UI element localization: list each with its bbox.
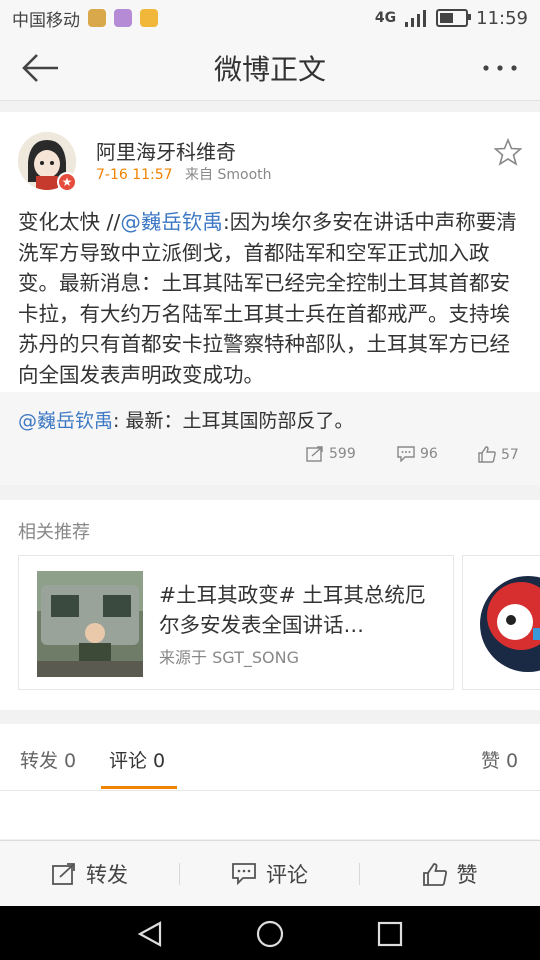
- repost-count-value: 599: [329, 446, 356, 462]
- comment-button[interactable]: 评论: [180, 841, 360, 907]
- related-card-next[interactable]: [462, 555, 540, 690]
- repost-box[interactable]: @巍岳钦禹: 最新：土耳其国防部反了。 599 96 57: [0, 392, 540, 485]
- back-arrow-icon[interactable]: [18, 50, 62, 86]
- comment-icon: [397, 446, 415, 462]
- post-text-prefix: 变化太快 //: [18, 210, 121, 234]
- post-source: 来自 Smooth: [185, 167, 272, 183]
- active-tab-indicator: [101, 786, 177, 789]
- system-nav-bar: [0, 906, 540, 960]
- nav-recents-icon[interactable]: [377, 921, 403, 947]
- post-text: 变化太快 //@巍岳钦禹:因为埃尔多安在讲话中声称要清洗军方导致中立派倒戈，首都…: [18, 207, 526, 390]
- nav-home-icon[interactable]: [255, 919, 285, 949]
- gallery-notification-icon: [114, 9, 132, 27]
- page-title: 微博正文: [213, 53, 326, 86]
- title-bar: 微博正文: [0, 36, 540, 101]
- weibo-logo-icon: [480, 576, 540, 672]
- carrier-label: 中国移动: [12, 10, 80, 31]
- related-section: 相关推荐 #土耳其政变# 土耳其总统厄尔多安发表全国讲话… 来源于 SGT_SO…: [0, 500, 540, 710]
- related-title: 相关推荐: [18, 522, 90, 543]
- repost-button-label: 转发: [86, 863, 128, 887]
- notification-app-icon: [88, 9, 106, 27]
- post-text-body: :因为埃尔多安在讲话中声称要清洗军方导致中立派倒戈，首都陆军和空军正式加入政变。…: [18, 210, 517, 387]
- verified-badge-icon: ★: [57, 172, 77, 192]
- repost-mention-link[interactable]: @巍岳钦禹: [18, 410, 113, 432]
- repost-icon: [306, 446, 323, 462]
- related-card-source: 来源于 SGT_SONG: [159, 648, 299, 667]
- post-username[interactable]: 阿里海牙科维奇: [96, 136, 236, 165]
- comment-button-label: 评论: [266, 863, 308, 887]
- signal-icon: [405, 10, 427, 27]
- favorite-star-icon[interactable]: [494, 138, 522, 166]
- like-count[interactable]: 57: [478, 446, 519, 463]
- related-thumbnail: [37, 571, 143, 677]
- tab-like[interactable]: 赞 0: [481, 746, 518, 773]
- battery-icon: [436, 9, 472, 27]
- related-card-title: #土耳其政变# 土耳其总统厄尔多安发表全国讲话…: [159, 583, 426, 637]
- action-bar: 转发 评论 赞: [0, 840, 540, 907]
- like-button-label: 赞: [456, 863, 478, 887]
- comment-list-empty: [0, 791, 540, 839]
- post-mention-link[interactable]: @巍岳钦禹: [120, 210, 223, 234]
- repost-icon: [52, 863, 75, 885]
- nav-back-icon[interactable]: [136, 920, 164, 948]
- like-count-value: 57: [501, 446, 519, 463]
- status-right: 4G 11:59: [375, 8, 528, 29]
- message-notification-icon: [140, 9, 158, 27]
- thumbs-up-icon: [478, 446, 496, 463]
- comment-count[interactable]: 96: [397, 446, 438, 462]
- like-button[interactable]: 赞: [360, 841, 540, 907]
- thumbs-up-icon: [422, 862, 447, 886]
- repost-count[interactable]: 599: [306, 446, 356, 462]
- clock: 11:59: [476, 7, 528, 29]
- comment-count-value: 96: [420, 446, 438, 462]
- related-card[interactable]: #土耳其政变# 土耳其总统厄尔多安发表全国讲话… 来源于 SGT_SONG: [18, 555, 454, 690]
- repost-text: @巍岳钦禹: 最新：土耳其国防部反了。: [18, 406, 353, 433]
- post-time: 7-16 11:57: [96, 167, 173, 183]
- comment-tabs: 转发 0 评论 0 赞 0: [0, 724, 540, 791]
- repost-button[interactable]: 转发: [0, 841, 180, 907]
- repost-body: : 最新：土耳其国防部反了。: [113, 410, 354, 432]
- status-bar: 中国移动 4G 11:59: [0, 0, 540, 36]
- comment-icon: [232, 863, 256, 885]
- tab-comment[interactable]: 评论 0: [109, 746, 165, 773]
- tab-repost[interactable]: 转发 0: [20, 746, 76, 773]
- more-dots-icon[interactable]: [482, 64, 518, 72]
- post-meta: 7-16 11:57 来自 Smooth: [96, 164, 272, 184]
- network-label: 4G: [374, 10, 397, 26]
